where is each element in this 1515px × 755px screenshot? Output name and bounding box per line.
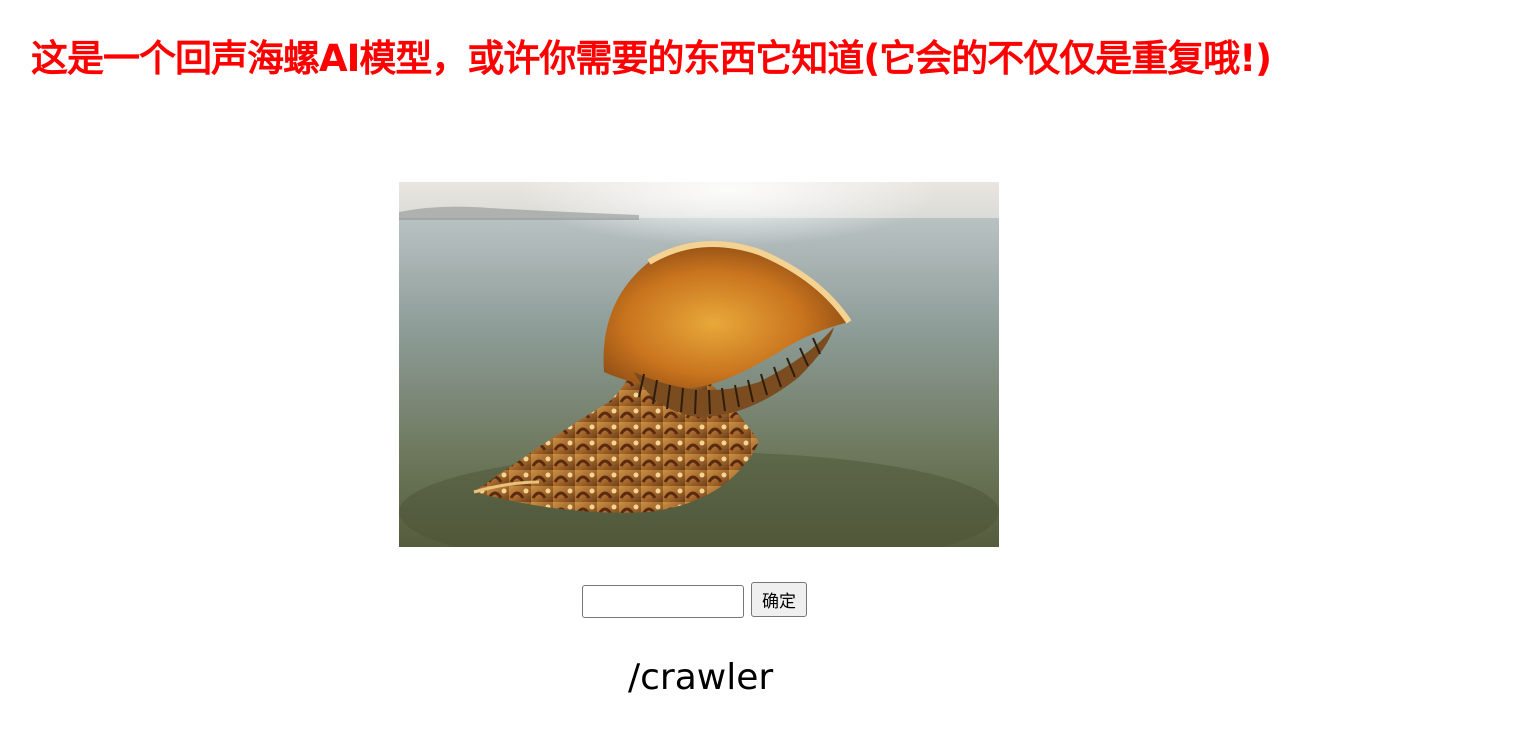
confirm-button[interactable]: 确定 (751, 582, 807, 617)
query-form: 确定 (582, 582, 807, 618)
conch-shell-image (399, 182, 999, 547)
page: 这是一个回声海螺AI模型，或许你需要的东西它知道(它会的不仅仅是重复哦!) 确定… (0, 0, 1515, 755)
page-title: 这是一个回声海螺AI模型，或许你需要的东西它知道(它会的不仅仅是重复哦!) (31, 37, 1272, 80)
result-text: /crawler (628, 657, 774, 698)
query-input[interactable] (582, 585, 744, 618)
